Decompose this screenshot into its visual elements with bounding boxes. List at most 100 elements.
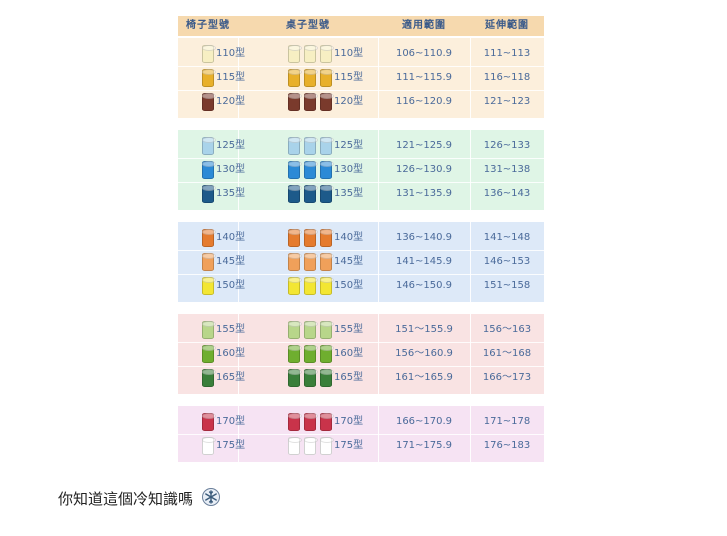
chair-model: 115型: [216, 72, 246, 83]
desk-cylinder-icon: [288, 321, 302, 339]
desk-cylinder-icon: [320, 45, 334, 63]
desk-cylinder-icon: [320, 321, 334, 339]
chair-model: 155型: [216, 324, 246, 335]
desk-cylinder-icon: [288, 69, 302, 87]
applicable-range: 171~175.9: [395, 440, 453, 451]
desk-cylinder-icon: [320, 413, 334, 431]
desk-cylinder-icon: [288, 229, 302, 247]
applicable-range: 136~140.9: [395, 232, 453, 243]
desk-cylinder-icon: [320, 69, 334, 87]
chair-cylinder-icon: [202, 161, 216, 179]
table-row: 130型 130型 126~130.9 131~138: [178, 158, 544, 182]
chair-model: 130型: [216, 164, 246, 175]
desk-cylinder-icon: [304, 437, 318, 455]
applicable-range: 151～155.9: [395, 324, 453, 335]
desk-cylinder-icon: [320, 93, 334, 111]
chair-cylinder-icon: [202, 137, 216, 155]
chair-model: 125型: [216, 140, 246, 151]
table-row: 120型 120型 116~120.9 121~123: [178, 90, 544, 114]
desk-model: 170型: [334, 416, 364, 427]
post-content: 椅子型號 桌子型號 適用範圍 延伸範圍 110型 110型 106~110.9 111…: [0, 0, 727, 536]
desk-cylinder-icon: [288, 345, 302, 363]
size-group: 140型 140型 136~140.9 141~148 145型 145型 141~145.…: [178, 222, 544, 302]
extended-range: 166～173: [482, 372, 532, 383]
desk-cylinder-icon: [304, 161, 318, 179]
table-row: 155型 155型 151～155.9 156～163: [178, 318, 544, 342]
desk-cylinder-icon: [304, 345, 318, 363]
applicable-range: 166~170.9: [395, 416, 453, 427]
applicable-range: 156～160.9: [395, 348, 453, 359]
desk-cylinder-icon: [304, 321, 318, 339]
extended-range: 136~143: [483, 188, 531, 199]
applicable-range: 146~150.9: [395, 280, 453, 291]
desk-cylinder-icon: [304, 413, 318, 431]
chair-cylinder-icon: [202, 413, 216, 431]
chair-cylinder-icon: [202, 277, 216, 295]
desk-cylinder-icon: [304, 229, 318, 247]
applicable-range: 141~145.9: [395, 256, 453, 267]
post-caption: 你知道這個冷知識嗎: [58, 490, 194, 508]
table-row: 135型 135型 131~135.9 136~143: [178, 182, 544, 206]
desk-cylinder-icon: [304, 185, 318, 203]
desk-cylinder-icon: [288, 253, 302, 271]
desk-model: 150型: [334, 280, 364, 291]
chair-cylinder-icon: [202, 437, 216, 455]
table-row: 150型 150型 146~150.9 151~158: [178, 274, 544, 298]
desk-cylinder-icon: [304, 45, 318, 63]
desk-model: 175型: [334, 440, 364, 451]
desk-cylinder-icon: [320, 437, 334, 455]
desk-cylinder-icon: [288, 413, 302, 431]
applicable-range: 116~120.9: [395, 96, 453, 107]
size-group: 170型 170型 166~170.9 171~178 175型 175型 171~175.…: [178, 406, 544, 462]
extended-range: 156～163: [482, 324, 532, 335]
desk-cylinder-icon: [288, 185, 302, 203]
desk-cylinder-icon: [288, 93, 302, 111]
table-row: 140型 140型 136~140.9 141~148: [178, 226, 544, 250]
chair-model: 165型: [216, 372, 246, 383]
size-group: 155型 155型 151～155.9 156～163 160型 160型 156～160.…: [178, 314, 544, 394]
extended-range: 171~178: [483, 416, 531, 427]
desk-cylinder-icon: [288, 437, 302, 455]
table-row: 160型 160型 156～160.9 161～168: [178, 342, 544, 366]
extended-range: 161～168: [482, 348, 532, 359]
desk-cylinder-icon: [320, 137, 334, 155]
table-row: 115型 115型 111~115.9 116~118: [178, 66, 544, 90]
desk-model: 110型: [334, 48, 364, 59]
desk-cylinder-icon: [320, 229, 334, 247]
desk-model: 125型: [334, 140, 364, 151]
desk-model: 160型: [334, 348, 364, 359]
table-row: 110型 110型 106~110.9 111~113: [178, 42, 544, 66]
desk-cylinder-icon: [304, 69, 318, 87]
applicable-range: 161～165.9: [395, 372, 453, 383]
extended-range: 121~123: [483, 96, 531, 107]
chair-model: 160型: [216, 348, 246, 359]
chair-cylinder-icon: [202, 321, 216, 339]
desk-cylinder-icon: [288, 161, 302, 179]
snowflake-icon: [202, 488, 220, 506]
extended-range: 176~183: [483, 440, 531, 451]
desk-model: 120型: [334, 96, 364, 107]
desk-cylinder-icon: [304, 137, 318, 155]
desk-model: 130型: [334, 164, 364, 175]
applicable-range: 126~130.9: [395, 164, 453, 175]
chair-model: 135型: [216, 188, 246, 199]
header-chair-model: 椅子型號: [186, 20, 230, 31]
chair-model: 170型: [216, 416, 246, 427]
header-range: 適用範圍: [402, 20, 446, 31]
applicable-range: 131~135.9: [395, 188, 453, 199]
table-row: 125型 125型 121~125.9 126~133: [178, 134, 544, 158]
chair-cylinder-icon: [202, 69, 216, 87]
chair-cylinder-icon: [202, 93, 216, 111]
desk-model: 145型: [334, 256, 364, 267]
desk-model: 165型: [334, 372, 364, 383]
desk-model: 140型: [334, 232, 364, 243]
desk-cylinder-icon: [304, 277, 318, 295]
chair-cylinder-icon: [202, 229, 216, 247]
chair-cylinder-icon: [202, 253, 216, 271]
extended-range: 151~158: [483, 280, 531, 291]
chair-model: 120型: [216, 96, 246, 107]
desk-cylinder-icon: [320, 369, 334, 387]
table-row: 170型 170型 166~170.9 171~178: [178, 410, 544, 434]
desk-cylinder-icon: [288, 369, 302, 387]
extended-range: 111~113: [483, 48, 531, 59]
